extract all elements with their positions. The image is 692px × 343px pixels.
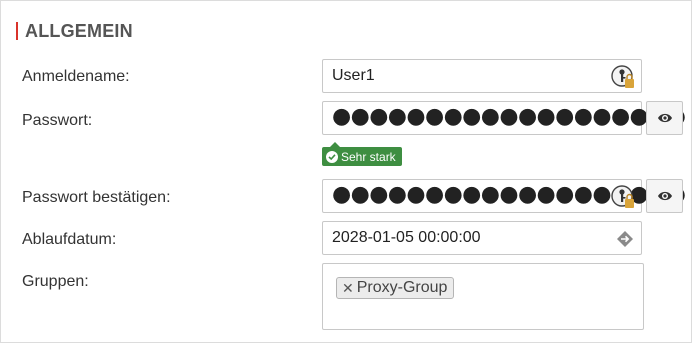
eye-icon [657, 191, 672, 201]
eye-icon [657, 113, 672, 123]
show-password-confirm-button[interactable] [646, 179, 683, 213]
groups-label: Gruppen: [22, 273, 89, 290]
expiry-date-value: 2028-01-05 00:00:00 [332, 229, 481, 246]
check-icon [326, 150, 338, 163]
show-password-button[interactable] [646, 101, 683, 135]
password-field[interactable]: ●●●●●●●●●●●●●●●●●●● [322, 101, 686, 135]
expiry-date-field[interactable]: 2028-01-05 00:00:00 [322, 221, 642, 255]
group-chip: ✕ Proxy-Group [336, 277, 455, 299]
expiry-label: Ablaufdatum: [22, 231, 117, 248]
section-header: ALLGEMEIN [16, 21, 133, 41]
groups-field[interactable]: ✕ Proxy-Group [322, 263, 644, 330]
username-label: Anmeldename: [22, 68, 130, 85]
settings-panel: ALLGEMEIN Anmeldename: User1 Passwort: ●… [0, 0, 692, 343]
username-field[interactable]: User1 [322, 59, 642, 93]
section-title: ALLGEMEIN [25, 20, 133, 41]
close-icon[interactable]: ✕ [342, 280, 354, 297]
username-value: User1 [332, 67, 375, 84]
password-strength-badge: Sehr stark [322, 142, 402, 166]
key-lock-icon[interactable] [611, 185, 635, 209]
password-label: Passwort: [22, 112, 93, 129]
password-value: ●●●●●●●●●●●●●●●●●●● [332, 104, 686, 129]
accent-bar [16, 22, 18, 40]
password-confirm-field[interactable]: ●●●●●●●●●●●●●●●●●●● [322, 179, 686, 213]
group-chip-label: Proxy-Group [356, 279, 448, 296]
key-lock-icon[interactable] [611, 65, 635, 89]
password-strength-text: Sehr stark [341, 149, 396, 164]
calendar-arrow-icon[interactable] [616, 230, 634, 248]
password-confirm-label: Passwort bestätigen: [22, 189, 171, 206]
